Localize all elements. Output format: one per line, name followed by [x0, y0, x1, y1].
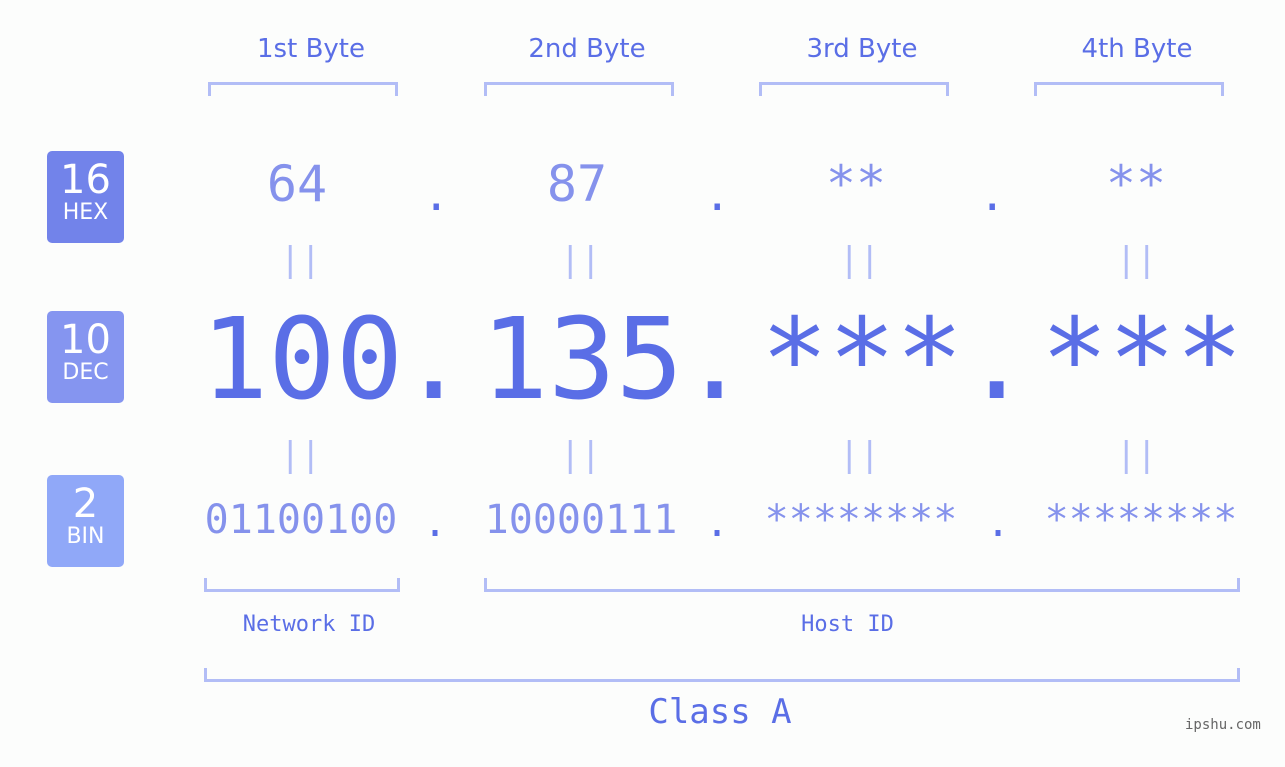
hex-badge: 16 HEX	[47, 151, 124, 243]
bin-byte-4: ********	[1044, 497, 1238, 543]
bin-byte-2: 10000111	[484, 497, 678, 543]
hex-byte-2: 87	[546, 155, 608, 213]
dec-separator: .	[400, 295, 468, 425]
bin-base-label: BIN	[66, 524, 105, 549]
equals-sign: ||	[1116, 240, 1157, 280]
hex-separator: .	[979, 170, 1006, 221]
dec-byte-3: ***	[760, 295, 964, 425]
dec-byte-4: ***	[1040, 295, 1244, 425]
header-byte-4: 4th Byte	[1081, 34, 1193, 64]
host-id-bracket	[484, 578, 1240, 592]
bin-byte-3: ********	[764, 497, 958, 543]
header-byte-1: 1st Byte	[257, 34, 365, 64]
bin-separator: .	[423, 500, 448, 546]
bracket-byte-4	[1034, 82, 1224, 96]
network-id-label: Network ID	[242, 612, 376, 637]
equals-sign: ||	[839, 240, 880, 280]
equals-sign: ||	[280, 240, 321, 280]
dec-separator: .	[681, 295, 749, 425]
bin-base-number: 2	[72, 481, 99, 527]
header-byte-2: 2nd Byte	[528, 34, 646, 64]
equals-sign: ||	[1116, 435, 1157, 475]
dec-badge: 10 DEC	[47, 311, 124, 403]
equals-sign: ||	[560, 240, 601, 280]
network-id-bracket	[204, 578, 400, 592]
bin-separator: .	[705, 500, 730, 546]
dec-byte-1: 100	[200, 295, 404, 425]
host-id-label: Host ID	[801, 612, 894, 637]
dec-base-number: 10	[60, 317, 111, 363]
equals-sign: ||	[839, 435, 880, 475]
hex-byte-1: 64	[266, 155, 328, 213]
class-label: Class A	[648, 692, 792, 732]
dec-byte-2: 135	[480, 295, 684, 425]
equals-sign: ||	[560, 435, 601, 475]
hex-byte-4: **	[1105, 155, 1167, 213]
hex-base-label: HEX	[62, 200, 109, 225]
dec-separator: .	[963, 295, 1031, 425]
bracket-byte-2	[484, 82, 674, 96]
bin-badge: 2 BIN	[47, 475, 124, 567]
hex-separator: .	[423, 170, 450, 221]
watermark: ipshu.com	[1185, 717, 1261, 733]
equals-sign: ||	[280, 435, 321, 475]
hex-separator: .	[704, 170, 731, 221]
dec-base-label: DEC	[62, 360, 109, 385]
hex-base-number: 16	[60, 157, 111, 203]
bin-byte-1: 01100100	[204, 497, 398, 543]
bin-separator: .	[986, 500, 1011, 546]
header-byte-3: 3rd Byte	[806, 34, 918, 64]
hex-byte-3: **	[825, 155, 887, 213]
class-bracket	[204, 668, 1240, 682]
bracket-byte-1	[208, 82, 398, 96]
bracket-byte-3	[759, 82, 949, 96]
